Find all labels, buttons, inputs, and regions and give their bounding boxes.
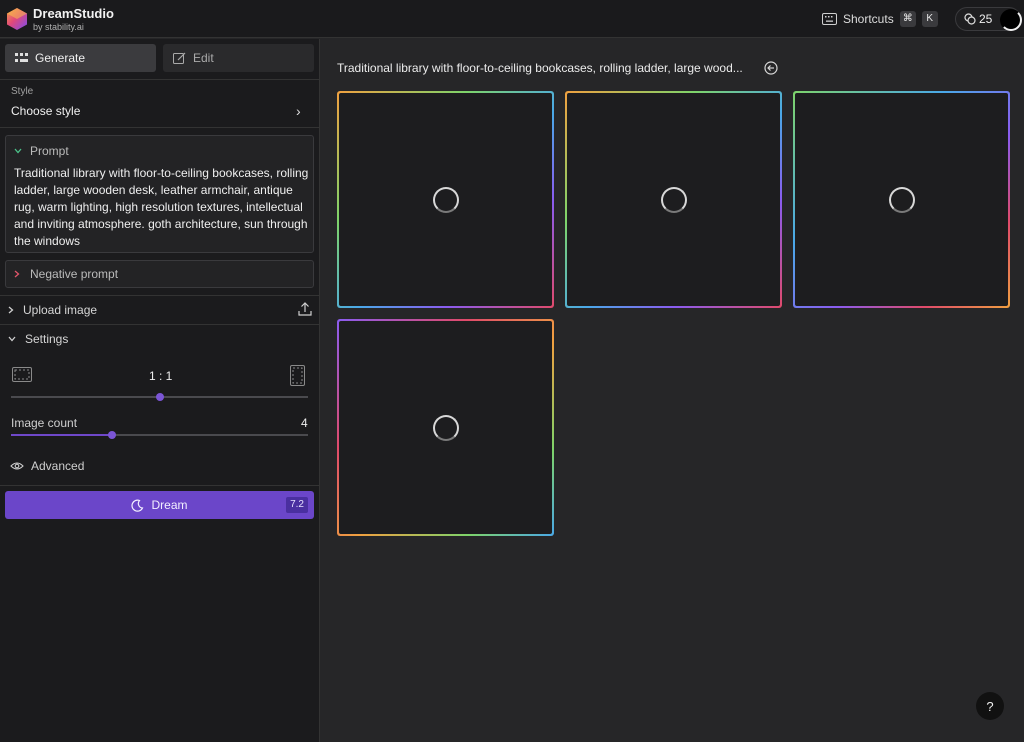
tab-edit-label: Edit xyxy=(193,51,214,65)
shortcut-key-cmd: ⌘ xyxy=(899,11,916,27)
style-selector[interactable] xyxy=(0,79,320,127)
negative-prompt-label: Negative prompt xyxy=(30,267,119,281)
shortcuts-button[interactable]: Shortcuts ⌘ K xyxy=(822,11,938,27)
style-label: Style xyxy=(11,86,34,97)
tab-generate-label: Generate xyxy=(35,51,86,65)
upload-image-toggle[interactable]: Upload image xyxy=(0,297,320,323)
coins-icon xyxy=(964,13,976,25)
keyboard-icon xyxy=(822,13,837,25)
chevron-down-icon xyxy=(14,148,22,154)
moon-icon xyxy=(131,499,144,512)
image-tile-loading[interactable] xyxy=(565,91,782,308)
edit-icon xyxy=(173,52,186,64)
image-placeholder xyxy=(795,93,1008,306)
settings-label: Settings xyxy=(25,332,69,346)
divider xyxy=(0,127,320,128)
upload-image-label: Upload image xyxy=(23,303,98,317)
top-bar: DreamStudio by stability.ai Shortcuts ⌘ … xyxy=(0,0,1024,38)
image-tile-loading[interactable] xyxy=(793,91,1010,308)
prompt-panel: Prompt Traditional library with floor-to… xyxy=(5,135,314,253)
settings-toggle[interactable]: Settings xyxy=(0,326,320,352)
image-count-slider-thumb[interactable] xyxy=(107,431,116,439)
landscape-ratio-icon[interactable] xyxy=(12,367,32,382)
credits-badge[interactable]: 25 xyxy=(955,7,1022,31)
arrow-left-circle-icon[interactable] xyxy=(764,61,778,75)
divider xyxy=(0,324,320,325)
portrait-ratio-icon[interactable] xyxy=(290,365,305,386)
advanced-toggle[interactable]: Advanced xyxy=(10,459,84,473)
grid-icon xyxy=(15,52,28,62)
eye-icon xyxy=(10,462,24,470)
avatar[interactable] xyxy=(1000,9,1022,31)
image-placeholder xyxy=(339,93,552,306)
divider xyxy=(0,485,320,486)
loading-spinner-icon xyxy=(433,187,459,213)
help-button[interactable]: ? xyxy=(976,692,1004,720)
shortcuts-label: Shortcuts xyxy=(843,12,894,26)
style-value: Choose style xyxy=(11,104,81,118)
chevron-right-icon xyxy=(8,306,14,314)
dream-cost-badge: 7.2 xyxy=(286,497,308,513)
sidebar: Generate Edit Style Choose style › Promp… xyxy=(0,39,320,742)
negative-prompt-toggle[interactable]: Negative prompt xyxy=(5,260,314,288)
prompt-input[interactable]: Traditional library with floor-to-ceilin… xyxy=(14,165,309,250)
tab-generate[interactable]: Generate xyxy=(5,44,156,72)
image-placeholder xyxy=(567,93,780,306)
aspect-ratio-value: 1 : 1 xyxy=(149,369,173,383)
advanced-label: Advanced xyxy=(31,459,85,473)
image-count-value: 4 xyxy=(301,416,308,430)
brand-name: DreamStudio xyxy=(33,6,114,21)
image-tile-loading[interactable] xyxy=(337,319,554,536)
aspect-ratio-slider-thumb[interactable] xyxy=(155,393,164,401)
chevron-down-icon xyxy=(8,336,16,342)
credits-count: 25 xyxy=(979,12,993,26)
dreamstudio-logo-icon[interactable] xyxy=(6,7,28,31)
loading-spinner-icon xyxy=(889,187,915,213)
prompt-toggle[interactable]: Prompt xyxy=(14,144,69,158)
generation-title: Traditional library with floor-to-ceilin… xyxy=(337,61,743,75)
image-count-label: Image count xyxy=(11,416,78,430)
chevron-right-icon xyxy=(14,270,20,278)
upload-icon[interactable] xyxy=(298,302,312,316)
shortcut-key-k: K xyxy=(921,11,938,27)
image-count-slider-fill xyxy=(11,434,112,436)
prompt-label: Prompt xyxy=(30,144,69,158)
tab-edit[interactable]: Edit xyxy=(163,44,314,72)
loading-spinner-icon xyxy=(661,187,687,213)
image-tile-loading[interactable] xyxy=(337,91,554,308)
chevron-right-icon: › xyxy=(296,103,301,119)
brand-subtitle: by stability.ai xyxy=(33,22,84,32)
image-placeholder xyxy=(339,321,552,534)
loading-spinner-icon xyxy=(433,415,459,441)
dream-label: Dream xyxy=(151,498,188,512)
dream-button[interactable]: Dream 7.2 xyxy=(5,491,314,519)
divider xyxy=(0,295,320,296)
